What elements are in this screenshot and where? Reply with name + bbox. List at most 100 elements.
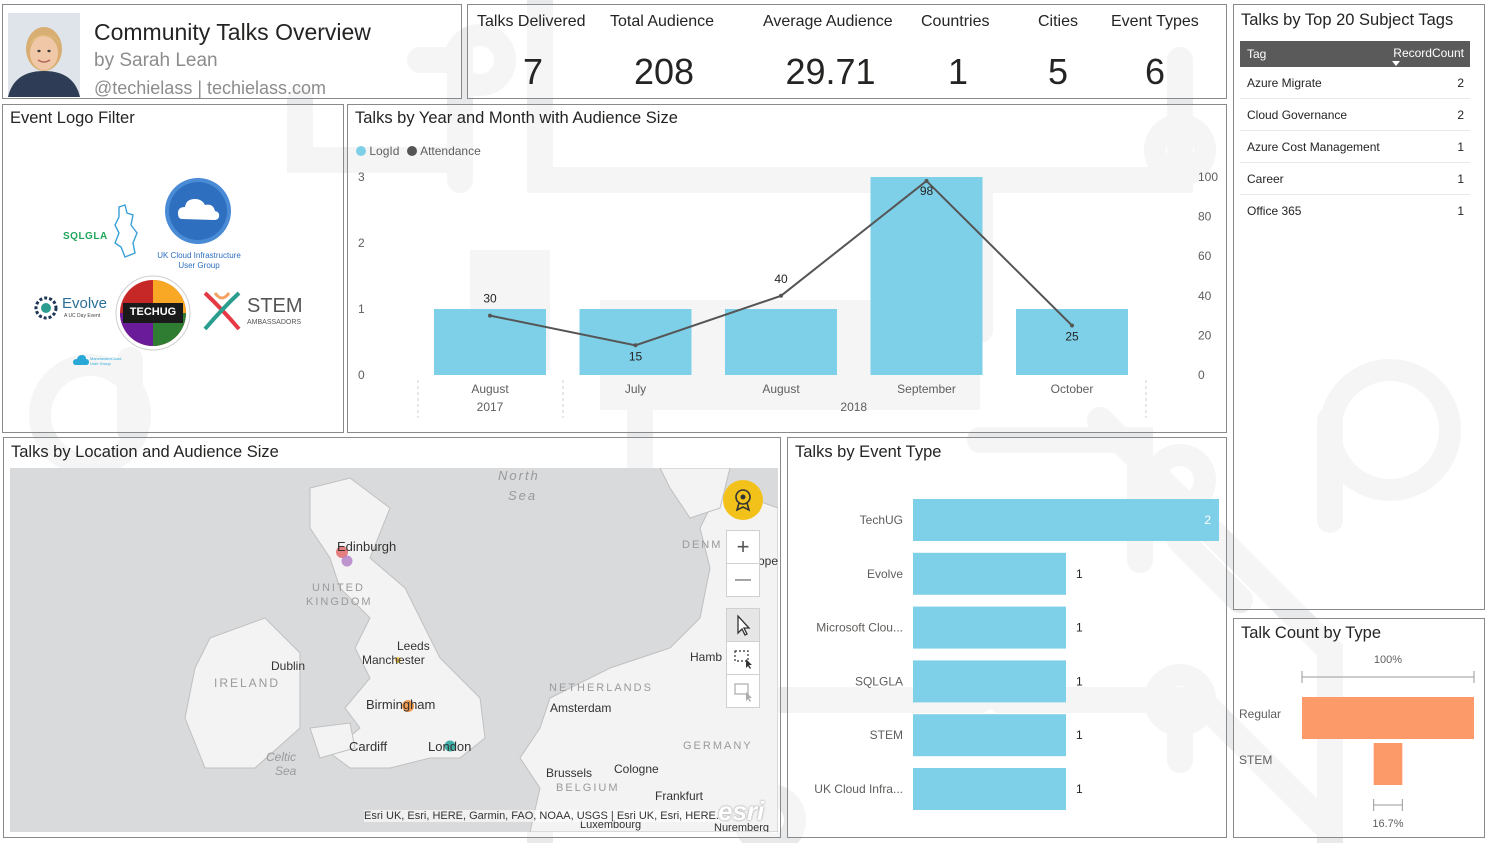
map-label-north-sea: North <box>498 468 540 483</box>
attendance-data-label: 30 <box>483 292 497 306</box>
map-label-ireland: IRELAND <box>214 676 281 690</box>
stem-logo-text: STEM <box>247 295 303 317</box>
evolve-ring-icon <box>34 296 58 320</box>
bar-event-type[interactable] <box>913 660 1066 703</box>
funnel-bar[interactable] <box>1373 743 1403 785</box>
map-badge-button[interactable] <box>723 480 763 520</box>
category-label: UK Cloud Infra... <box>814 782 903 796</box>
tag-column-header[interactable]: Tag <box>1247 47 1266 61</box>
rect-select-icon <box>734 650 752 669</box>
map-label-edinburgh: Edinburgh <box>337 539 397 554</box>
map-label-celtic-sea-2: Sea <box>275 764 297 778</box>
x-tick-label: July <box>625 382 646 396</box>
stem-logo[interactable]: STEM AMBASSADORS <box>201 289 311 333</box>
bar-logid[interactable] <box>725 309 837 375</box>
map-attribution: Esri UK, Esri, HERE, Garmin, FAO, NOAA, … <box>364 810 726 822</box>
map-rect-select-button[interactable] <box>726 641 760 675</box>
map-label-cologne: Cologne <box>614 762 659 776</box>
y-right-tick-label: 60 <box>1198 249 1212 263</box>
kpi-average-audience-value[interactable]: 29.71 <box>778 51 883 93</box>
bar-logid[interactable] <box>870 177 983 375</box>
attendance-point <box>1070 323 1074 328</box>
map-label-uk-2: KINGDOM <box>306 596 373 608</box>
avatar <box>8 13 80 97</box>
kpi-total-audience-label: Total Audience <box>610 13 715 30</box>
map-label-manchester: Manchester <box>362 653 425 667</box>
map-label-north-sea-2: Sea <box>508 488 538 503</box>
bar-event-type[interactable] <box>913 606 1066 649</box>
bar-event-type[interactable] <box>913 768 1066 810</box>
page-title: Community Talks Overview <box>94 19 371 45</box>
pointer-icon <box>737 614 751 636</box>
map-label-denmark: DENM <box>682 539 723 551</box>
bar-logid[interactable] <box>434 309 546 375</box>
kpi-talks-delivered-value[interactable]: 7 <box>513 51 553 93</box>
table-row[interactable]: Azure Migrate 2 <box>1240 67 1470 99</box>
funnel-bar[interactable] <box>1302 697 1474 739</box>
kpi-total-audience-value[interactable]: 208 <box>618 51 710 93</box>
location-map[interactable]: North Sea Edinburgh UNITED KINGDOM Leeds… <box>10 468 778 832</box>
kpi-event-types-value[interactable]: 6 <box>1135 51 1175 93</box>
sqlgla-logo-text: SQLGLA <box>63 231 108 242</box>
table-row[interactable]: Azure Cost Management 1 <box>1240 131 1470 163</box>
uk-cloud-infra-logo[interactable]: UK Cloud Infrastructure User Group <box>149 177 249 272</box>
techug-logo[interactable]: TECHUG <box>115 275 191 351</box>
kpi-cities-value[interactable]: 5 <box>1038 51 1078 93</box>
y-right-tick-label: 0 <box>1198 368 1205 382</box>
bar-data-label: 1 <box>1076 728 1083 742</box>
attendance-point <box>633 343 638 348</box>
map-label-hamburg: Hamb <box>690 650 723 664</box>
map-select-pointer-button[interactable] <box>726 608 760 642</box>
map-label-uk: UNITED <box>312 582 365 594</box>
kpi-countries-value[interactable]: 1 <box>938 51 978 93</box>
sqlgla-logo[interactable]: SQLGLA <box>61 201 141 259</box>
bar-event-type[interactable] <box>913 714 1066 757</box>
uk-cloud-infra-logo-text-1: UK Cloud Infrastructure <box>157 251 241 260</box>
year-group-label: 2018 <box>840 400 867 414</box>
zoom-out-button[interactable]: — <box>726 563 760 597</box>
kpi-countries-label: Countries <box>921 13 990 30</box>
manchester-cloud-logo[interactable]: ManchesterCloud User Group <box>73 353 125 369</box>
category-label: Evolve <box>867 567 903 581</box>
x-tick-label: October <box>1051 382 1094 396</box>
map-lasso-select-button[interactable] <box>726 674 760 708</box>
combo-chart-svg: 0123020406080100August July August Septembe… <box>358 170 1218 418</box>
y-left-tick-label: 2 <box>358 236 365 250</box>
bar-event-type[interactable] <box>913 552 1066 595</box>
attendance-point <box>779 293 783 298</box>
bar-data-label: 1 <box>1076 674 1083 688</box>
table-row[interactable]: Office 365 1 <box>1240 195 1470 226</box>
tag-cell: Azure Migrate <box>1247 76 1322 90</box>
sort-down-icon <box>1392 61 1400 66</box>
map-label-germany: GERMANY <box>683 740 753 752</box>
award-icon <box>735 489 751 512</box>
tag-cell: Cloud Governance <box>1247 108 1348 122</box>
y-right-tick-label: 20 <box>1198 328 1212 342</box>
bar-data-label: 1 <box>1076 621 1083 635</box>
uk-cloud-infra-logo-text-2: User Group <box>178 261 220 270</box>
esri-logo: esri <box>718 796 765 826</box>
bar-logid[interactable] <box>579 309 692 375</box>
y-right-tick-label: 100 <box>1198 170 1218 184</box>
map-panel: Talks by Location and Audience Size Nort… <box>3 437 781 838</box>
map-label-netherlands: NETHERLANDS <box>549 682 653 694</box>
evolve-logo-text: Evolve <box>62 295 108 312</box>
evolve-logo[interactable]: Evolve A UC Day Event <box>33 293 113 325</box>
category-label: STEM <box>870 728 903 742</box>
attendance-point <box>488 313 492 318</box>
table-row[interactable]: Cloud Governance 2 <box>1240 99 1470 131</box>
kpi-panel: Talks Delivered 7 Total Audience 208 Ave… <box>467 4 1227 99</box>
funnel-bottom-label: 16.7% <box>1372 818 1403 830</box>
lasso-select-icon <box>734 683 752 702</box>
count-cell: 1 <box>1457 172 1464 186</box>
bar-event-type[interactable] <box>913 499 1219 541</box>
author-byline: by Sarah Lean <box>94 50 218 71</box>
author-handle: @techielass | techielass.com <box>94 78 327 98</box>
subject-tags-title: Talks by Top 20 Subject Tags <box>1241 11 1454 29</box>
recordcount-column-header[interactable]: RecordCount <box>1393 46 1464 60</box>
evolve-logo-subtext: A UC Day Event <box>64 313 101 319</box>
category-label: Microsoft Clou... <box>816 621 903 635</box>
zoom-in-button[interactable]: + <box>726 530 760 564</box>
stem-logo-subtext: AMBASSADORS <box>247 319 302 326</box>
table-row[interactable]: Career 1 <box>1240 163 1470 195</box>
